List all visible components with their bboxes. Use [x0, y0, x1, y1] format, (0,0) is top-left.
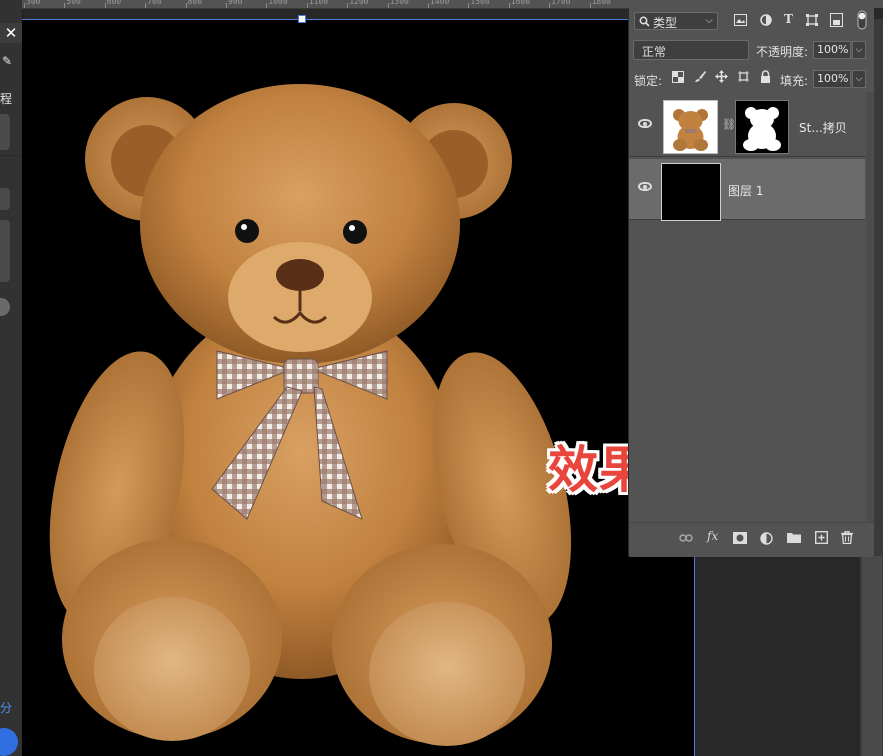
ruler-tick	[104, 3, 106, 8]
close-icon[interactable]: ✕	[0, 23, 22, 43]
image-filter-icon[interactable]	[734, 14, 747, 26]
layer-row-layer-1[interactable]: 图层 1	[629, 159, 865, 221]
chevron-down-icon: ⌵	[642, 43, 650, 54]
ruler-tick	[24, 3, 25, 8]
ruler-tick-label: 1500	[470, 0, 490, 6]
ruler-tick-label: 300	[26, 0, 41, 6]
layer-row-smart-copy[interactable]: ⛓ St...拷贝	[629, 96, 865, 157]
pasteboard	[695, 556, 860, 756]
layers-bottom-bar: fx	[629, 522, 874, 557]
panel-field[interactable]	[0, 114, 10, 150]
left-tool-panel: ✕ ✎ 程 分	[0, 0, 23, 756]
ruler-tick	[64, 3, 66, 8]
adjustment-icon[interactable]	[760, 532, 773, 545]
panel-label-cheng: 程	[0, 92, 13, 106]
ruler-tick	[266, 3, 268, 8]
teddy-bear-image	[49, 84, 572, 746]
ruler-tick	[428, 3, 429, 8]
lock-all-icon[interactable]	[760, 70, 771, 83]
folder-icon[interactable]	[787, 532, 801, 543]
lock-brush-icon[interactable]	[694, 70, 707, 83]
ruler-tick-label: 1700	[551, 0, 571, 6]
mask-shape-icon	[743, 107, 781, 151]
fill-dropdown[interactable]: ⌵	[852, 70, 866, 88]
ruler-tick-label: 1600	[510, 0, 531, 6]
layer-thumbnail	[661, 163, 721, 221]
ruler-tick	[468, 3, 470, 8]
ruler-tick	[185, 3, 187, 8]
ruler-tick-label: 1300	[389, 0, 409, 6]
ruler-tick	[347, 3, 349, 8]
layer-thumbnail	[663, 100, 718, 154]
horizontal-ruler: 300 500 600 700 800 900 1000 1100 1200 1300 1400 15…	[22, 0, 628, 9]
ruler-tick-label: 1800	[591, 0, 611, 6]
mask-icon[interactable]	[733, 532, 747, 544]
ruler-tick-label: 1000	[268, 0, 288, 6]
ruler-tick-label: 1100	[308, 0, 329, 6]
lock-artboard-icon[interactable]	[737, 70, 750, 83]
eye-icon[interactable]	[638, 182, 652, 191]
layers-panel: 类型 ⌵ T 正常 ⌵ 不透明度: 100% ⌵ 锁定: 填充: 100% ⌵	[628, 8, 874, 557]
opacity-label: 不透明度:	[756, 45, 809, 59]
teddy-thumbnail-icon	[673, 109, 708, 151]
ruler-tick	[508, 3, 510, 8]
ruler-tick	[589, 3, 591, 8]
eye-icon[interactable]	[638, 119, 652, 128]
fx-icon[interactable]: fx	[707, 529, 718, 543]
ruler-tick-label: 1200	[349, 0, 369, 6]
type-filter-icon[interactable]: T	[784, 12, 793, 26]
panel-field[interactable]	[0, 220, 10, 282]
chevron-down-icon: ⌵	[705, 15, 713, 26]
new-layer-icon[interactable]	[815, 531, 828, 544]
pen-icon[interactable]: ✎	[0, 54, 22, 70]
document-canvas[interactable]	[22, 19, 694, 756]
filter-label: 类型	[653, 16, 678, 30]
ruler-extension	[628, 0, 883, 8]
layer-name[interactable]: 图层 1	[728, 182, 763, 199]
ruler-tick-label: 800	[187, 0, 203, 6]
panel-field[interactable]	[0, 188, 10, 210]
ruler-tick	[387, 3, 389, 8]
smart-object-filter-icon[interactable]	[830, 13, 843, 27]
lock-transparent-icon[interactable]	[672, 71, 684, 83]
canvas-bounding-line	[22, 19, 628, 20]
ruler-tick	[145, 3, 147, 8]
toggle-filter-icon[interactable]	[857, 10, 867, 30]
adjustment-filter-icon[interactable]	[760, 14, 772, 26]
trash-icon[interactable]	[841, 531, 853, 544]
transform-handle[interactable]	[298, 15, 306, 23]
ruler-tick	[306, 3, 308, 8]
divider	[0, 155, 22, 156]
ruler-tick-label: 500	[66, 0, 81, 6]
layer-filter-dropdown[interactable]: 类型 ⌵	[634, 12, 718, 30]
blend-mode-dropdown[interactable]: 正常 ⌵	[633, 40, 749, 60]
shape-filter-icon[interactable]	[806, 14, 818, 26]
lock-position-icon[interactable]	[715, 70, 728, 83]
opacity-dropdown[interactable]: ⌵	[852, 41, 866, 59]
ruler-tick-label: 700	[147, 0, 162, 6]
ruler-tick	[226, 3, 227, 8]
ruler-tick-label: 900	[228, 0, 243, 6]
fill-input[interactable]: 100%	[813, 70, 851, 88]
layer-mask-thumbnail[interactable]	[735, 100, 789, 154]
fill-label: 填充:	[780, 74, 809, 88]
layers-scrollbar[interactable]	[866, 92, 874, 552]
panel-label-fen[interactable]: 分	[0, 699, 12, 716]
layer-name[interactable]: St...拷贝	[799, 119, 847, 136]
search-icon	[639, 16, 650, 27]
toggle-knob[interactable]	[0, 298, 10, 316]
ruler-tick-label: 600	[106, 0, 122, 6]
ruler-tick	[549, 3, 551, 8]
scrollbar-thumb[interactable]	[862, 556, 882, 756]
lock-label: 锁定:	[634, 74, 663, 88]
ruler-tick-label: 1400	[430, 0, 450, 6]
link-icon[interactable]	[679, 533, 693, 543]
action-button[interactable]	[0, 728, 18, 756]
chain-link-icon[interactable]: ⛓	[722, 118, 736, 131]
opacity-input[interactable]: 100%	[813, 41, 851, 59]
